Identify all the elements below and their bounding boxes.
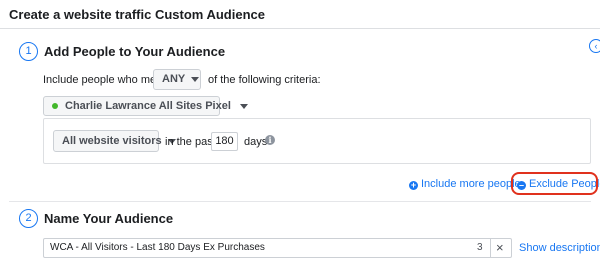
- show-description-link[interactable]: Show description: [519, 242, 600, 254]
- step-2-number: 2: [19, 209, 38, 228]
- match-select-value: ANY: [162, 73, 186, 85]
- chevron-down-icon: [239, 103, 248, 109]
- dialog-title: Create a website traffic Custom Audience: [9, 7, 265, 22]
- section-divider: [9, 201, 591, 202]
- chevron-down-icon: [191, 76, 200, 82]
- exclude-highlight-outline: [511, 172, 598, 195]
- audience-name-field[interactable]: WCA - All Visitors - Last 180 Days Ex Pu…: [43, 238, 512, 258]
- include-more-label: Include more people: [421, 178, 521, 190]
- pixel-status-dot: [52, 103, 58, 110]
- pixel-label: Charlie Lawrance All Sites Pixel: [65, 100, 231, 112]
- step-1-title: Add People to Your Audience: [44, 44, 226, 59]
- char-count: 3: [477, 242, 483, 253]
- audience-name-value: WCA - All Visitors - Last 180 Days Ex Pu…: [50, 242, 265, 253]
- dialog-header: Create a website traffic Custom Audience: [0, 0, 600, 29]
- step-2-title: Name Your Audience: [44, 211, 174, 226]
- match-select[interactable]: ANY: [153, 69, 201, 90]
- days-input[interactable]: 180: [211, 132, 238, 151]
- visitors-select[interactable]: All website visitors: [53, 130, 176, 152]
- info-icon[interactable]: i: [265, 135, 275, 145]
- days-label: days: [244, 136, 268, 148]
- include-suffix-text: of the following criteria:: [208, 74, 321, 86]
- field-separator: [490, 239, 491, 257]
- step-1-number: 1: [19, 42, 38, 61]
- chevron-left-icon[interactable]: ‹: [589, 39, 600, 53]
- include-prefix-text: Include people who meet: [43, 74, 166, 86]
- visitors-select-value: All website visitors: [62, 135, 162, 147]
- include-more-people-link[interactable]: + Include more people: [409, 178, 521, 190]
- close-icon[interactable]: ×: [496, 240, 504, 255]
- plus-circle-icon: +: [409, 180, 418, 190]
- in-the-past-text: in the past: [165, 136, 216, 148]
- pixel-select[interactable]: Charlie Lawrance All Sites Pixel: [43, 96, 248, 116]
